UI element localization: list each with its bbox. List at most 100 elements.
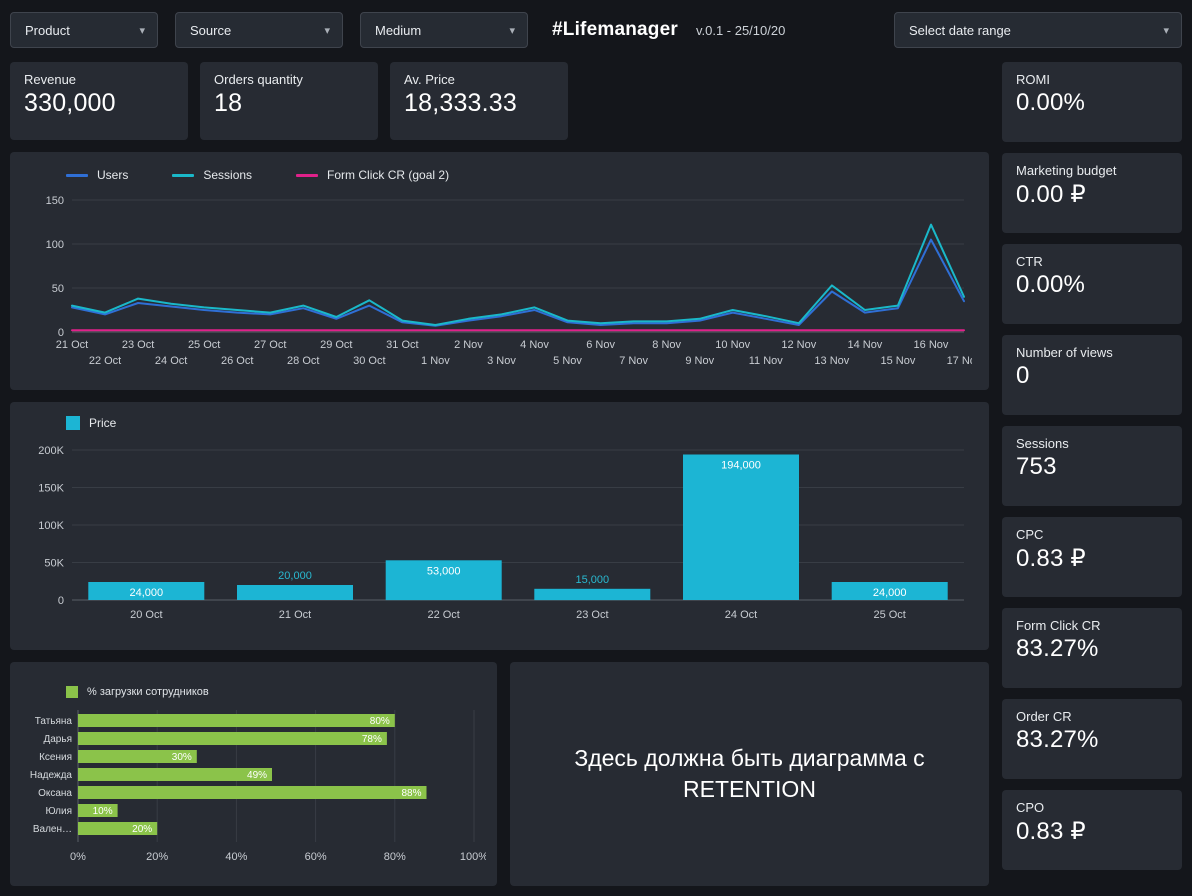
- svg-text:22 Oct: 22 Oct: [427, 609, 459, 621]
- svg-text:Дарья: Дарья: [43, 734, 72, 745]
- svg-text:40%: 40%: [225, 851, 247, 863]
- traffic-line-chart: 05010015021 Oct22 Oct23 Oct24 Oct25 Oct2…: [46, 195, 982, 367]
- svg-text:0: 0: [58, 327, 64, 339]
- svg-text:10 Nov: 10 Nov: [715, 339, 750, 351]
- medium-filter-dropdown[interactable]: Medium ▾: [360, 12, 528, 48]
- source-filter-dropdown[interactable]: Source ▾: [175, 12, 343, 48]
- kpi-row: Revenue 330,000 Orders quantity 18 Av. Price…: [10, 62, 989, 140]
- price-bar-23-oct: [534, 588, 651, 601]
- svg-text:7 Nov: 7 Nov: [619, 355, 648, 367]
- x-axis: 21 Oct22 Oct23 Oct24 Oct25 Oct26 Oct27 O…: [56, 339, 982, 367]
- legend-label: Sessions: [203, 168, 253, 182]
- bottom-row: % загрузки сотрудников 0% 20% 40% 60% 80% 100…: [10, 662, 989, 886]
- date-range-dropdown[interactable]: Select date range ▾: [894, 12, 1182, 48]
- topbar: Product ▾ Source ▾ Medium ▾ #Lifemanager…: [10, 10, 1182, 50]
- staff-load-legend: % загрузки сотрудников: [66, 686, 487, 698]
- metric-card-cpo: CPO 0.83 ₽: [1002, 790, 1182, 870]
- svg-text:100%: 100%: [460, 851, 486, 863]
- legend-item-sessions: Sessions: [172, 168, 252, 182]
- product-filter-dropdown[interactable]: Product ▾: [10, 12, 158, 48]
- svg-text:3 Nov: 3 Nov: [487, 355, 516, 367]
- svg-text:100K: 100K: [38, 520, 64, 532]
- staff-bar-надежда: [78, 768, 272, 781]
- svg-text:100: 100: [46, 239, 64, 251]
- card-label: CPC: [1016, 527, 1044, 542]
- staff-bar-дарья: [78, 732, 387, 745]
- price-chart-panel: Price 0 50K 100K 150K 200K 24,000 20 Oct 20,000…: [10, 402, 989, 650]
- svg-text:23 Oct: 23 Oct: [122, 339, 154, 351]
- svg-text:194,000: 194,000: [721, 460, 761, 472]
- svg-text:23 Oct: 23 Oct: [576, 609, 608, 621]
- card-label: Orders quantity: [214, 72, 303, 87]
- card-label: CPO: [1016, 800, 1045, 815]
- legend-item-%-загрузки-сотрудников: % загрузки сотрудников: [66, 686, 209, 698]
- app-title: #Lifemanager: [552, 19, 678, 40]
- svg-text:16 Nov: 16 Nov: [914, 339, 949, 351]
- card-value: 0.00 ₽: [1016, 181, 1086, 208]
- metric-card-order-cr: Order CR 83.27%: [1002, 699, 1182, 779]
- svg-text:150K: 150K: [38, 483, 64, 495]
- svg-text:27 Oct: 27 Oct: [254, 339, 286, 351]
- card-label: ROMI: [1016, 72, 1050, 87]
- metric-card-number-of-views: Number of views 0: [1002, 335, 1182, 415]
- svg-text:0%: 0%: [70, 851, 86, 863]
- price-legend: Price: [66, 416, 973, 430]
- kpi-card-revenue: Revenue 330,000: [10, 62, 188, 140]
- svg-text:Татьяна: Татьяна: [35, 716, 73, 727]
- traffic-legend: Users Sessions Form Click CR (goal 2): [66, 168, 973, 182]
- medium-filter-label: Medium: [375, 22, 422, 38]
- dashboard-page: Product ▾ Source ▾ Medium ▾ #Lifemanager…: [0, 0, 1192, 896]
- legend-label: Users: [97, 168, 129, 182]
- card-value: 83.27%: [1016, 635, 1099, 662]
- legend-swatch: [66, 173, 88, 177]
- svg-text:24 Oct: 24 Oct: [155, 355, 187, 367]
- staff-load-chart-panel: % загрузки сотрудников 0% 20% 40% 60% 80% 100…: [10, 662, 497, 886]
- svg-text:31 Oct: 31 Oct: [386, 339, 418, 351]
- traffic-chart-panel: Users Sessions Form Click CR (goal 2) 0 50 1…: [10, 152, 989, 390]
- version-label: v.0.1 - 25/10/20: [695, 23, 786, 38]
- svg-text:88%: 88%: [401, 788, 421, 799]
- svg-text:0: 0: [58, 595, 64, 607]
- svg-text:13 Nov: 13 Nov: [814, 355, 849, 367]
- svg-text:21 Oct: 21 Oct: [56, 339, 88, 351]
- metric-card-form-click-cr: Form Click CR 83.27%: [1002, 608, 1182, 688]
- legend-label: Price: [89, 416, 117, 430]
- staff-bar-татьяна: [78, 714, 395, 727]
- card-value: 753: [1016, 453, 1057, 480]
- kpi-card-orders-quantity: Orders quantity 18: [200, 62, 378, 140]
- legend-swatch: [66, 416, 80, 430]
- card-label: Number of views: [1016, 345, 1113, 360]
- svg-text:Вален…: Вален…: [33, 824, 72, 835]
- svg-text:24,000: 24,000: [130, 587, 164, 599]
- svg-text:22 Oct: 22 Oct: [89, 355, 121, 367]
- series-users: [71, 238, 965, 327]
- svg-text:Надежда: Надежда: [30, 770, 73, 781]
- svg-text:150: 150: [46, 195, 64, 207]
- traffic-chart-mount: 0 50 100 150 21 Oct 22 Oct 23 Oct 24 Oct 25 Oct 2…: [26, 192, 982, 377]
- chevron-down-icon: ▾: [139, 24, 145, 37]
- svg-text:21 Oct: 21 Oct: [279, 609, 311, 621]
- y-axis: 0 50 100 150: [46, 195, 964, 339]
- price-bar-24-oct: [683, 454, 799, 600]
- metric-card-sessions: Sessions 753: [1002, 426, 1182, 506]
- svg-text:78%: 78%: [362, 734, 382, 745]
- card-value: 18,333.33: [404, 89, 518, 117]
- metric-card-romi: ROMI 0.00%: [1002, 62, 1182, 142]
- svg-text:80%: 80%: [384, 851, 406, 863]
- svg-text:20,000: 20,000: [278, 570, 312, 582]
- legend-label: Form Click CR (goal 2): [327, 168, 450, 182]
- chevron-down-icon: ▾: [509, 24, 515, 37]
- legend-label: % загрузки сотрудников: [87, 686, 209, 698]
- svg-text:Ксения: Ксения: [39, 752, 72, 763]
- metric-card-ctr: CTR 0.00%: [1002, 244, 1182, 324]
- chevron-down-icon: ▾: [1163, 24, 1169, 37]
- svg-text:11 Nov: 11 Nov: [749, 355, 784, 367]
- staff-bar-оксана: [78, 786, 427, 799]
- svg-text:1 Nov: 1 Nov: [421, 355, 450, 367]
- svg-text:10%: 10%: [93, 806, 113, 817]
- svg-text:30%: 30%: [172, 752, 192, 763]
- card-value: 0.00%: [1016, 89, 1086, 116]
- svg-text:5 Nov: 5 Nov: [553, 355, 582, 367]
- retention-placeholder-panel: Здесь должна быть диаграмма с RETENTION: [510, 662, 989, 886]
- svg-text:49%: 49%: [247, 770, 267, 781]
